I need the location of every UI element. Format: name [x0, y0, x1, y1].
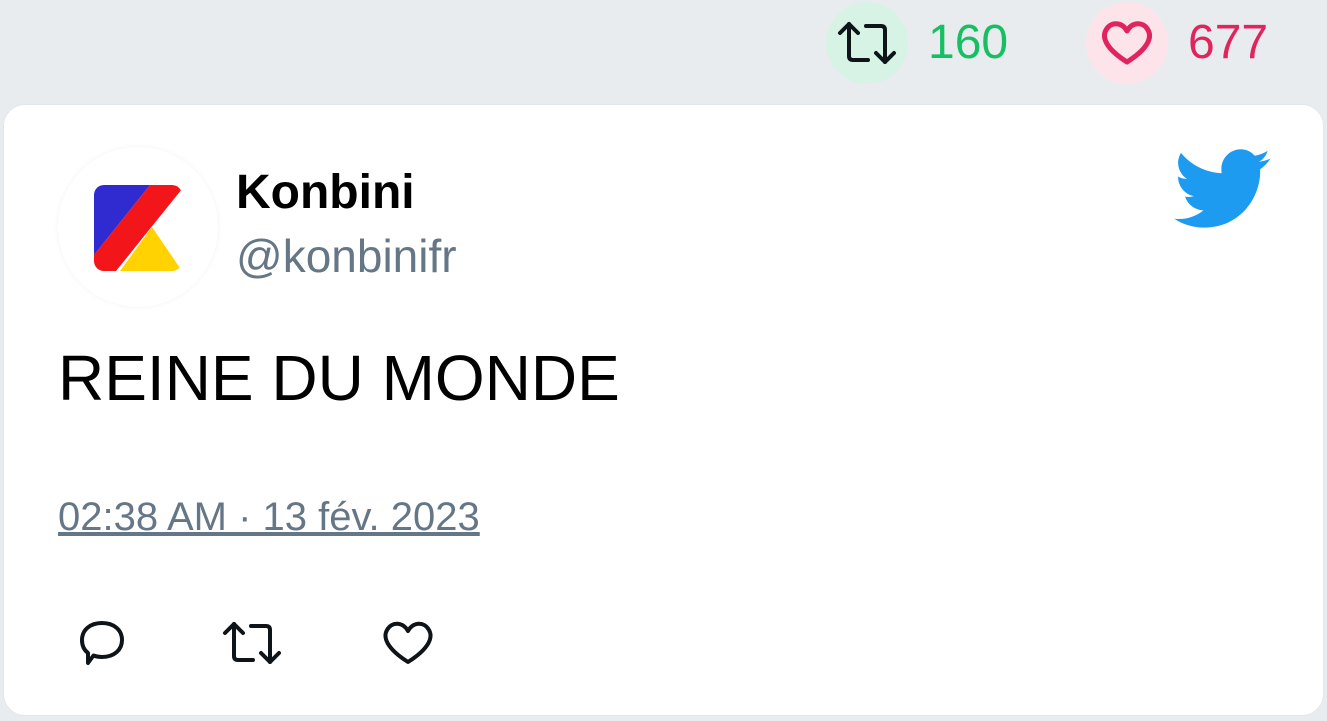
user-handle[interactable]: @konbinifr [236, 229, 457, 283]
konbini-logo [94, 185, 182, 271]
heart-icon [383, 621, 433, 664]
tweet-text: REINE DU MONDE [58, 342, 620, 414]
heart-icon [1086, 2, 1168, 84]
avatar[interactable] [58, 147, 218, 307]
reply-icon [80, 621, 124, 665]
display-name[interactable]: Konbini [236, 165, 415, 220]
reply-button[interactable] [70, 613, 134, 673]
like-count: 677 [1188, 16, 1269, 69]
retweet-button[interactable] [220, 613, 284, 673]
like-stat[interactable]: 677 [1086, 2, 1268, 84]
retweet-icon [223, 622, 281, 664]
engagement-stats-bar: 160 677 [0, 0, 1327, 100]
twitter-bird-icon[interactable] [1174, 149, 1272, 229]
retweet-icon [826, 2, 908, 84]
tweet-timestamp[interactable]: 02:38 AM · 13 fév. 2023 [58, 495, 480, 540]
retweet-count: 160 [928, 16, 1009, 69]
like-button[interactable] [376, 613, 440, 673]
retweet-stat[interactable]: 160 [826, 2, 1008, 84]
tweet-card: Konbini @konbinifr REINE DU MONDE 02:38 … [3, 104, 1324, 716]
